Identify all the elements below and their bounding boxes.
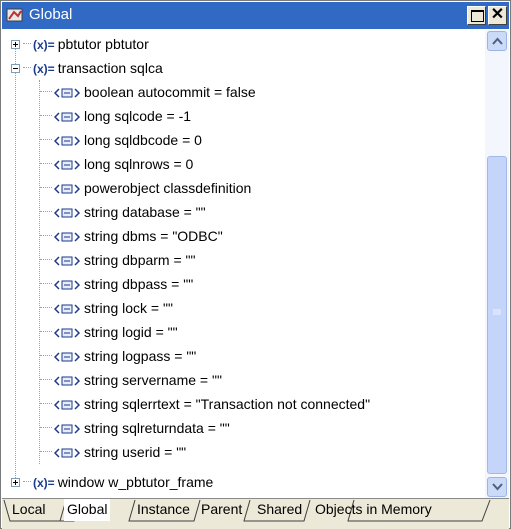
property-icon (54, 160, 80, 170)
tree-item-label: string userid = "" (84, 444, 187, 460)
tree-connector (23, 67, 31, 68)
property-icon (54, 184, 80, 194)
global-watch-window: Global ✕ (x)= pbtutor pbtutor (x)= transac… (0, 0, 511, 529)
tab-global[interactable]: Global (64, 499, 111, 521)
tree-item-label: string logpass = "" (84, 348, 197, 364)
tree-item-label: string dbms = "ODBC" (84, 228, 223, 244)
tree-item-label: powerobject classdefinition (84, 180, 252, 196)
tree-connector (40, 259, 52, 260)
tree-connector (40, 187, 52, 188)
tree-connector (40, 355, 52, 356)
tree-connector (40, 427, 52, 428)
tree-item-label: string logid = "" (84, 324, 178, 340)
property-icon (54, 112, 80, 122)
chevron-up-icon (492, 37, 503, 45)
tree-item-label: long sqlnrows = 0 (84, 156, 194, 172)
property-icon (54, 136, 80, 146)
tree-connector (40, 115, 52, 116)
property-icon (54, 208, 80, 218)
property-icon (54, 352, 80, 362)
property-icon (54, 88, 80, 98)
property-icon (54, 376, 80, 386)
property-icon (54, 256, 80, 266)
property-icon (54, 448, 80, 458)
vertical-scrollbar[interactable] (485, 30, 509, 498)
collapse-icon[interactable] (11, 64, 20, 73)
tree-item-label: boolean autocommit = false (84, 84, 256, 100)
tree-item-label: pbtutor pbtutor (57, 36, 149, 52)
variable-icon: (x)= (33, 62, 55, 76)
chevron-down-icon (492, 483, 503, 491)
tab-strip: Local Global Instance Parent Shared Obje… (2, 498, 509, 529)
tree-item-label: string servername = "" (84, 372, 222, 388)
tree-connector (40, 139, 52, 140)
scroll-up-button[interactable] (487, 31, 507, 51)
watch-window-icon (6, 8, 23, 22)
tree-connector (40, 403, 52, 404)
property-icon (54, 304, 80, 314)
tree-connector (40, 283, 52, 284)
window-title: Global (29, 6, 73, 23)
tree-connector (40, 331, 52, 332)
maximize-button[interactable] (467, 6, 486, 25)
property-icon (54, 232, 80, 242)
tree-connector (40, 91, 52, 92)
grip-icon (493, 309, 501, 315)
tree-item-label: string sqlerrtext = "Transaction not con… (84, 396, 371, 412)
tree-connector (40, 211, 52, 212)
tree-item-label: string sqlreturndata = "" (84, 420, 230, 436)
variable-icon: (x)= (33, 38, 55, 52)
tree-item-label: string dbparm = "" (84, 252, 196, 268)
tree-item-label: transaction sqlca (57, 60, 163, 76)
variable-icon: (x)= (33, 476, 55, 490)
tree-item-label: string dbpass = "" (84, 276, 194, 292)
tree-item-label: string database = "" (84, 204, 206, 220)
tree-item-label: long sqlcode = -1 (84, 108, 192, 124)
tree-connector (15, 44, 16, 478)
property-icon (54, 400, 80, 410)
tree-connector (39, 80, 40, 464)
tree-connector (40, 235, 52, 236)
close-button[interactable]: ✕ (488, 6, 507, 25)
property-icon (54, 280, 80, 290)
expand-icon[interactable] (11, 40, 20, 49)
tab-objects-in-memory[interactable]: Objects in Memory (312, 499, 435, 521)
scrollbar-thumb[interactable] (487, 156, 507, 474)
tree-connector (23, 43, 31, 44)
window-titlebar[interactable]: Global ✕ (2, 2, 509, 29)
scroll-down-button[interactable] (487, 477, 507, 497)
tree-connector (40, 451, 52, 452)
tab-shared[interactable]: Shared (254, 499, 305, 521)
close-icon: ✕ (490, 6, 505, 23)
tree-connector (40, 163, 52, 164)
expand-icon[interactable] (11, 478, 20, 487)
tab-parent[interactable]: Parent (198, 499, 245, 521)
variable-tree[interactable]: (x)= pbtutor pbtutor (x)= transaction sqlc… (2, 30, 484, 498)
tree-item-label: window w_pbtutor_frame (57, 474, 214, 490)
tab-instance[interactable]: Instance (134, 499, 193, 521)
tab-local[interactable]: Local (9, 499, 48, 521)
tree-connector (40, 307, 52, 308)
tree-item-label: long sqldbcode = 0 (84, 132, 202, 148)
tree-connector (40, 379, 52, 380)
property-icon (54, 328, 80, 338)
tree-connector (23, 481, 31, 482)
property-icon (54, 424, 80, 434)
tree-item-label: string lock = "" (84, 300, 173, 316)
